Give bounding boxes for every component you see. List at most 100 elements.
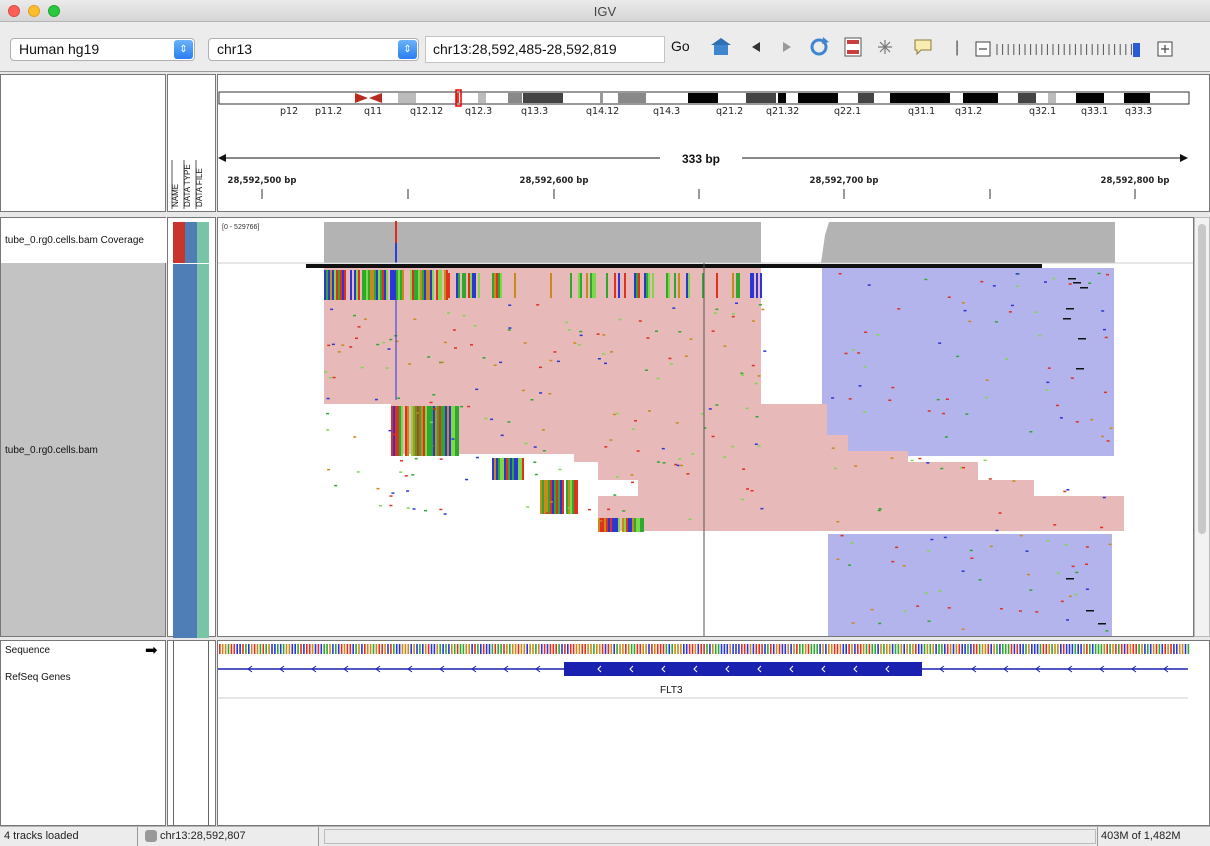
- sequence-base: [964, 644, 966, 654]
- sequence-base: [433, 644, 436, 654]
- soft-clip-mismatch: [400, 270, 402, 300]
- attr-type-cell[interactable]: [185, 222, 197, 263]
- mismatch-dot: [924, 592, 928, 594]
- sequence-base: [810, 644, 813, 654]
- sequence-base: [526, 644, 528, 654]
- sequence-base: [912, 644, 914, 654]
- attr-file-cell[interactable]: [197, 222, 209, 263]
- attr-name-cell[interactable]: [173, 222, 185, 263]
- sequence-base: [532, 644, 534, 654]
- vertical-scrollbar[interactable]: [1194, 217, 1210, 637]
- refresh-icon[interactable]: [808, 36, 830, 58]
- soft-clip-mismatch: [606, 518, 608, 532]
- back-arrow-icon[interactable]: [750, 41, 762, 53]
- sequence-base: [480, 644, 482, 654]
- mismatch-dot: [940, 467, 944, 470]
- soft-clip-mismatch: [334, 270, 336, 300]
- sequence-base: [674, 644, 676, 654]
- alignment-data-panel[interactable]: [0 - 529766]: [217, 217, 1194, 637]
- mismatch-dot: [542, 450, 546, 452]
- ideogram-band: [1048, 93, 1056, 103]
- mismatch-dot: [411, 474, 415, 476]
- sequence-base: [369, 644, 372, 654]
- chromosome-ideogram[interactable]: p12 p11.2 q11 q12.12 q12.3 q13.3 q14.12 q14.3 q2…: [218, 75, 1210, 213]
- coverage-track-name[interactable]: tube_0.rg0.cells.bam Coverage: [5, 235, 144, 246]
- soft-clip-mismatch: [397, 406, 399, 456]
- attr-file-cell[interactable]: [197, 264, 209, 638]
- go-button[interactable]: Go: [671, 38, 690, 54]
- sequence-base: [619, 644, 621, 654]
- sequence-base: [723, 644, 726, 654]
- downsampled-bar: [752, 264, 1042, 268]
- sequence-base: [245, 644, 247, 654]
- sequence-base: [416, 644, 418, 654]
- feature-view[interactable]: [218, 641, 1210, 826]
- sequence-base: [509, 644, 511, 654]
- soft-clip-mismatch: [504, 458, 506, 480]
- resize-tracks-icon[interactable]: [844, 37, 862, 57]
- sequence-base: [764, 644, 766, 654]
- chromosome-dropdown[interactable]: chr13 ⇕: [208, 38, 419, 61]
- data-attribute-panel: [167, 217, 216, 638]
- sequence-base: [714, 644, 717, 654]
- zoom-slider[interactable]: [975, 40, 1175, 60]
- sequence-base: [543, 644, 546, 654]
- soft-clip-mismatch: [428, 270, 430, 300]
- attr-type-cell[interactable]: [185, 264, 197, 638]
- sequence-base: [862, 644, 865, 654]
- sequence-base: [265, 644, 267, 654]
- mismatch-dot: [587, 508, 591, 511]
- mismatch-dot: [870, 608, 874, 611]
- mismatch-dot: [1015, 273, 1019, 275]
- sequence-base: [868, 644, 871, 654]
- sequence-base: [688, 644, 691, 654]
- soft-clip-mismatch: [328, 270, 330, 300]
- mismatch-dot: [545, 512, 549, 514]
- mismatch-dot: [731, 445, 735, 448]
- sequence-track-name[interactable]: Sequence: [5, 645, 50, 656]
- mismatch-dot: [1059, 417, 1063, 419]
- alignment-track-name[interactable]: tube_0.rg0.cells.bam: [5, 445, 98, 456]
- soft-clip-mismatch: [494, 458, 496, 480]
- genome-dropdown[interactable]: Human hg19 ⇕: [10, 38, 195, 61]
- soft-clip-mismatch: [632, 518, 634, 532]
- sequence-base: [361, 644, 363, 654]
- sequence-base: [1103, 644, 1106, 654]
- mismatch-dot: [439, 458, 443, 460]
- mismatch-dot: [536, 304, 540, 306]
- mismatch-dot: [655, 330, 658, 332]
- sequence-base: [958, 644, 961, 654]
- mismatch-dot: [500, 434, 504, 437]
- mismatch-dot: [1085, 546, 1089, 548]
- sequence-base: [654, 644, 656, 654]
- mismatch-dot: [760, 507, 764, 510]
- sequence-base: [1181, 644, 1184, 654]
- sequence-base: [1004, 644, 1007, 654]
- forward-arrow-icon[interactable]: [781, 41, 793, 53]
- refseq-track-name[interactable]: RefSeq Genes: [5, 672, 71, 683]
- soft-clip-mismatch: [330, 270, 332, 300]
- sequence-base: [1045, 644, 1048, 654]
- home-icon[interactable]: [710, 36, 732, 58]
- sequence-base: [497, 644, 499, 654]
- region-of-interest-icon[interactable]: [877, 39, 893, 55]
- popup-info-icon[interactable]: [913, 37, 933, 57]
- sequence-base: [427, 644, 430, 654]
- mismatch-dot: [618, 318, 622, 321]
- flt3-exon: [564, 662, 922, 676]
- mismatch-dot: [549, 501, 553, 503]
- sequence-base: [459, 644, 462, 654]
- alignment-view[interactable]: [218, 218, 1194, 637]
- soft-clip-mismatch: [414, 270, 416, 300]
- scrollbar-thumb[interactable]: [1198, 224, 1206, 534]
- sequence-base: [830, 644, 833, 654]
- mismatch-dot: [400, 460, 403, 462]
- locus-search-input[interactable]: chr13:28,592,485-28,592,819: [425, 36, 665, 63]
- mismatch-dot: [962, 466, 965, 469]
- attr-type-cell[interactable]: [173, 264, 185, 638]
- mismatch-dot: [1035, 611, 1039, 613]
- soft-clip-mismatch: [344, 270, 346, 300]
- ideogram-band: [963, 93, 998, 103]
- strand-arrow-icon[interactable]: ➡: [145, 641, 158, 659]
- downsampled-bar: [306, 264, 761, 268]
